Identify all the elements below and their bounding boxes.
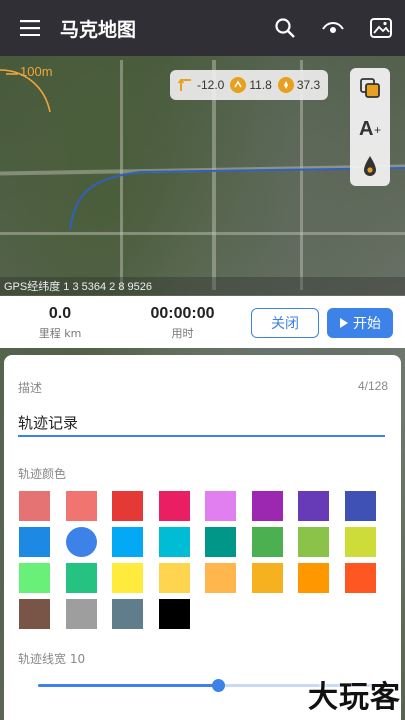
svg-text:A: A [359, 118, 373, 138]
color-swatch[interactable] [251, 527, 283, 557]
text-size-icon: A + [359, 118, 381, 138]
color-swatch[interactable] [19, 491, 50, 521]
color-swatch[interactable] [65, 599, 97, 629]
distance-label: 里程 km [38, 327, 82, 340]
color-swatch[interactable] [158, 599, 190, 629]
play-icon [340, 318, 348, 328]
search-button[interactable] [261, 0, 309, 56]
description-input[interactable] [18, 409, 385, 437]
close-button[interactable]: 关闭 [251, 308, 319, 338]
location-pin-icon [364, 156, 376, 177]
tracking-stats-panel: 0.0 里程 km 00:00:00 用时 关闭 开始 [0, 296, 405, 348]
text-size-button[interactable]: A + [353, 110, 387, 144]
description-label: 描述 [18, 381, 43, 395]
color-swatch[interactable] [205, 563, 236, 593]
color-swatch[interactable] [65, 563, 97, 593]
layers-icon [360, 77, 380, 98]
speed-icon [230, 77, 247, 93]
color-swatch[interactable] [65, 491, 97, 521]
time-value: 00:00:00 [150, 305, 215, 322]
watermark-logo: 大玩客 [308, 680, 401, 715]
color-swatch[interactable] [158, 491, 190, 521]
track-settings-sheet: 描述 4/128 轨迹颜色 轨迹线宽 10 [4, 355, 401, 720]
track-color-label: 轨迹颜色 [18, 467, 67, 481]
gps-coordinates: GPS经纬度 1 3 5364 2 8 9526 [0, 277, 405, 295]
speed-readout: 11.8 [230, 77, 272, 93]
scale-label: 100m [20, 64, 53, 79]
color-swatch[interactable] [112, 563, 143, 593]
color-swatch[interactable] [158, 563, 190, 593]
altitude-icon [178, 79, 191, 91]
distance-value: 0.0 [48, 305, 72, 322]
color-swatch[interactable] [251, 491, 283, 521]
color-swatch[interactable] [251, 563, 283, 593]
search-icon [275, 18, 295, 38]
time-label: 用时 [171, 327, 194, 340]
description-char-count: 4/128 [357, 379, 388, 393]
color-swatch[interactable] [112, 527, 143, 557]
image-edit-button[interactable] [357, 0, 405, 56]
compass-icon [277, 77, 294, 93]
location-pin-button[interactable] [353, 149, 387, 183]
color-swatch[interactable] [298, 563, 329, 593]
color-swatch[interactable] [19, 527, 50, 557]
color-swatch[interactable] [205, 527, 236, 557]
start-label: 开始 [353, 316, 381, 332]
map-tool-column: A + [350, 68, 390, 186]
heading-readout: 37.3 [277, 77, 321, 93]
menu-button[interactable] [0, 0, 60, 56]
color-swatch[interactable] [298, 527, 329, 557]
altitude-value: -12.0 [197, 78, 225, 92]
view-button[interactable] [309, 0, 357, 56]
color-swatch[interactable] [344, 491, 376, 521]
color-swatch[interactable] [298, 491, 329, 521]
color-swatch[interactable] [344, 527, 376, 557]
heading-value: 37.3 [296, 78, 321, 92]
color-swatch[interactable] [112, 491, 143, 521]
color-swatch[interactable] [344, 563, 376, 593]
eye-icon [322, 22, 344, 33]
svg-text:+: + [374, 123, 381, 137]
start-button[interactable]: 开始 [327, 308, 393, 338]
sensor-readout: -12.0 11.8 37.3 [170, 70, 329, 100]
time-stat: 00:00:00 用时 [130, 305, 235, 341]
color-swatch[interactable] [112, 599, 143, 629]
menu-icon [20, 20, 40, 36]
distance-stat: 0.0 里程 km [20, 305, 100, 341]
slider-fill [38, 684, 218, 687]
altitude-readout: -12.0 [178, 77, 224, 93]
speed-value: 11.8 [249, 78, 272, 92]
color-swatch[interactable] [158, 527, 190, 557]
color-swatch[interactable] [19, 599, 50, 629]
color-swatch[interactable] [65, 527, 97, 557]
layers-button[interactable] [353, 71, 387, 105]
slider-thumb[interactable] [212, 679, 225, 692]
color-swatch[interactable] [205, 491, 236, 521]
color-swatch-grid [19, 491, 389, 629]
track-width-label: 轨迹线宽 10 [18, 652, 86, 666]
app-title: 马克地图 [60, 18, 137, 41]
image-edit-icon [370, 18, 392, 38]
color-swatch[interactable] [19, 563, 50, 593]
app-bar: 马克地图 [0, 0, 405, 56]
